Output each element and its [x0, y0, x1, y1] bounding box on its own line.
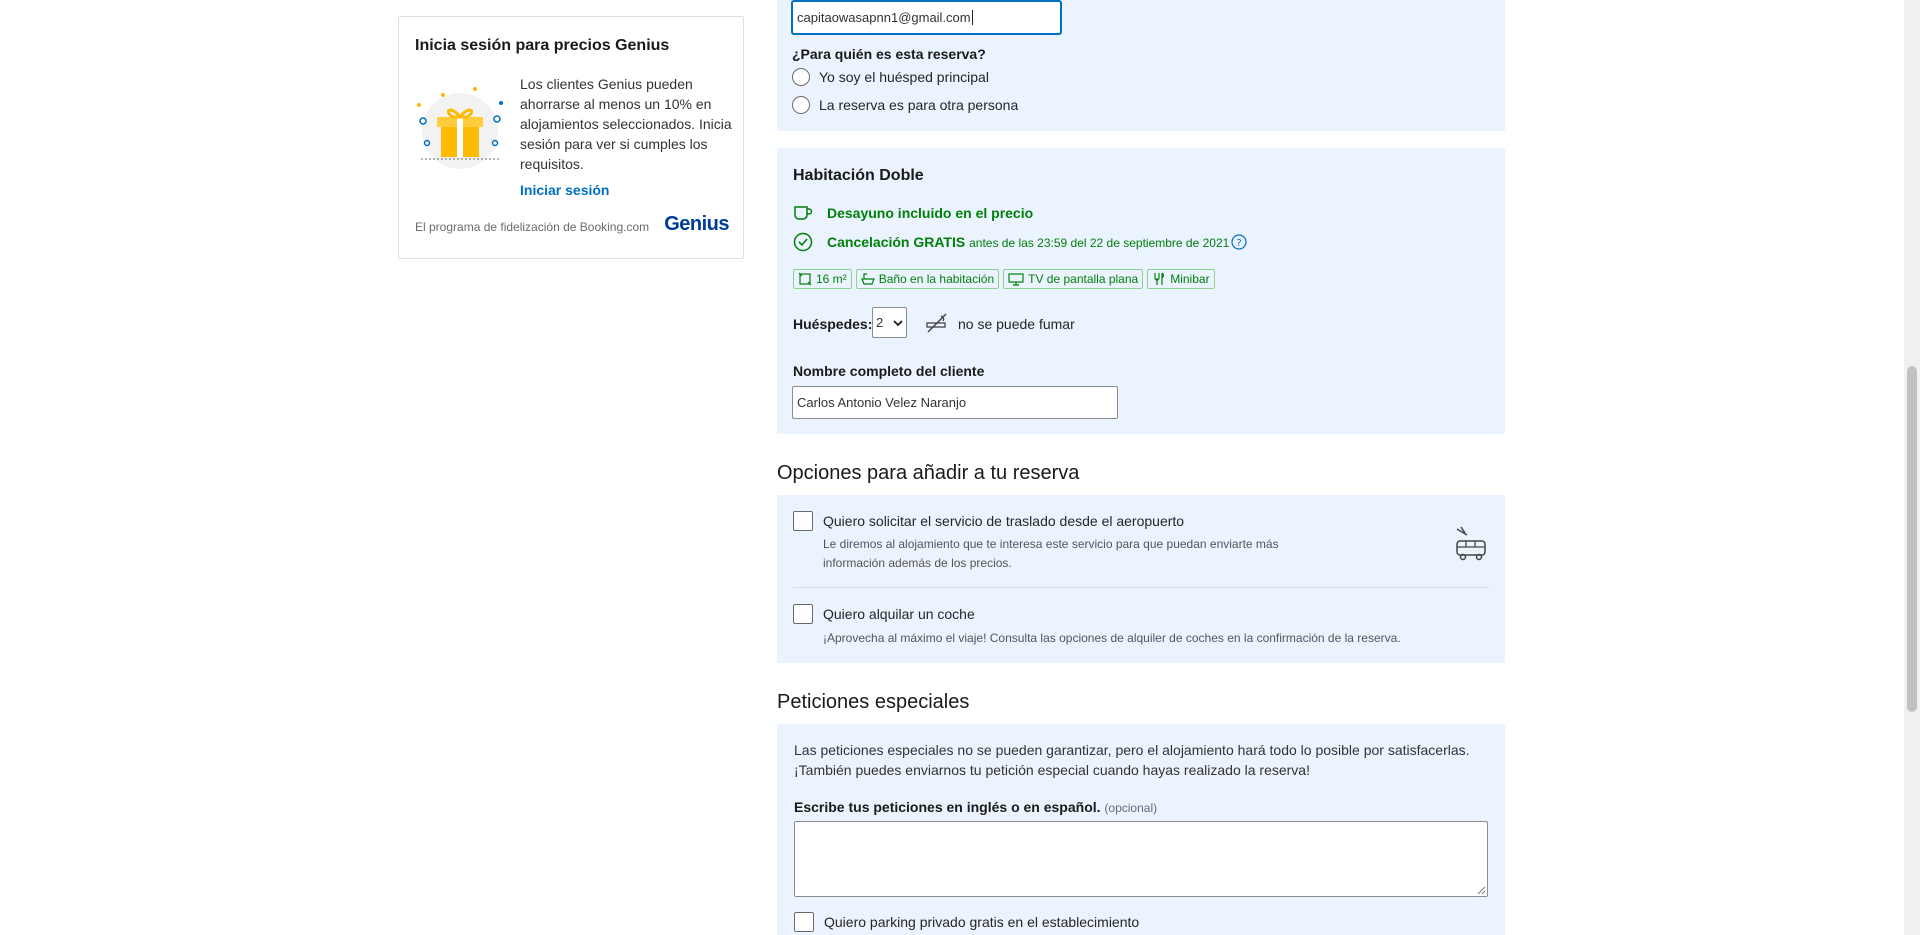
shuttle-checkbox[interactable] — [793, 511, 813, 531]
cancellation-bold: Cancelación GRATIS — [827, 234, 966, 250]
guest-name-field[interactable]: Carlos Antonio Velez Naranjo — [792, 386, 1118, 419]
radio-main-guest-label: Yo soy el huésped principal — [819, 69, 989, 85]
special-requests-textarea-label: Escribe tus peticiones en inglés o en es… — [794, 799, 1157, 815]
cancellation-row: Cancelación GRATIS antes de las 23:59 de… — [793, 232, 1247, 252]
radio-main-guest-circle[interactable] — [792, 68, 810, 86]
genius-signin-link[interactable]: Iniciar sesión — [520, 182, 609, 198]
checkmark-circle-icon — [793, 232, 813, 252]
shuttle-description: Le diremos al alojamiento que te interes… — [823, 537, 1279, 570]
minibar-icon — [1154, 272, 1165, 285]
genius-logo: Genius — [664, 213, 729, 235]
svg-text:?: ? — [1237, 238, 1242, 249]
breakfast-row: Desayuno incluido en el precio — [793, 204, 1033, 222]
radio-other-person-circle[interactable] — [792, 96, 810, 114]
chip-room-size-label: 16 m² — [816, 272, 847, 286]
radio-other-person[interactable]: La reserva es para otra persona — [792, 96, 1018, 114]
car-rental-label: Quiero alquilar un coche — [823, 606, 975, 622]
genius-description: Los clientes Genius pueden ahorrarse al … — [520, 76, 732, 172]
parking-checkbox[interactable] — [794, 912, 814, 932]
chevron-down-icon — [893, 319, 903, 326]
textarea-optional: (opcional) — [1104, 801, 1158, 815]
addons-panel: Quiero solicitar el servicio de traslado… — [777, 495, 1505, 663]
resize-handle-icon[interactable] — [1476, 885, 1486, 895]
parking-option[interactable]: Quiero parking privado gratis en el esta… — [794, 912, 1139, 932]
smoking-text: no se puede fumar — [958, 316, 1075, 332]
radio-other-person-label: La reserva es para otra persona — [819, 97, 1019, 113]
chip-tv: TV de pantalla plana — [1003, 269, 1144, 289]
car-rental-option[interactable]: Quiero alquilar un coche — [793, 604, 975, 624]
chip-room-size: 16 m² — [793, 269, 852, 289]
special-requests-panel: Las peticiones especiales no se pueden g… — [777, 724, 1505, 935]
special-requests-line1: Las peticiones especiales no se pueden g… — [794, 742, 1470, 758]
email-field-value: capitaowasapnn1@gmail.com — [797, 10, 971, 25]
tv-icon — [1008, 273, 1024, 286]
guests-label: Huéspedes: — [793, 316, 873, 332]
special-requests-textarea[interactable] — [794, 821, 1488, 897]
chip-bathroom-label: Baño en la habitación — [878, 272, 995, 286]
facility-chips: 16 m² Baño en la habitación TV de pantal… — [793, 269, 1215, 289]
no-smoking-icon — [926, 313, 947, 333]
booking-for-panel: capitaowasapnn1@gmail.com ¿Para quién es… — [777, 0, 1505, 131]
chip-bathroom: Baño en la habitación — [855, 269, 1000, 289]
bathtub-icon — [860, 273, 875, 285]
genius-footer: El programa de fidelización de Booking.c… — [415, 220, 650, 234]
parking-label: Quiero parking privado gratis en el esta… — [824, 914, 1140, 930]
special-requests-heading: Peticiones especiales — [777, 691, 970, 713]
info-question-icon[interactable]: ? — [1231, 234, 1247, 250]
room-title: Habitación Doble — [793, 167, 924, 184]
room-size-icon — [798, 272, 812, 286]
addons-divider — [793, 587, 1489, 588]
textarea-label-text: Escribe tus peticiones en inglés o en es… — [794, 799, 1101, 815]
genius-title: Inicia sesión para precios Genius — [415, 37, 670, 54]
coffee-cup-icon — [794, 206, 813, 220]
scrollbar-thumb[interactable] — [1907, 366, 1917, 712]
addons-heading: Opciones para añadir a tu reserva — [777, 462, 1080, 484]
guest-name-label: Nombre completo del cliente — [793, 363, 985, 379]
breakfast-text: Desayuno incluido en el precio — [827, 205, 1034, 221]
chip-minibar: Minibar — [1147, 269, 1215, 289]
airport-shuttle-icon — [1456, 526, 1486, 561]
shuttle-label: Quiero solicitar el servicio de traslado… — [823, 513, 1185, 529]
car-rental-checkbox[interactable] — [793, 604, 813, 624]
special-requests-line2: ¡También puedes enviarnos tu petición es… — [794, 762, 1310, 778]
guests-select-value: 2 — [876, 315, 884, 330]
car-rental-description: ¡Aprovecha al máximo el viaje! Consulta … — [823, 631, 1401, 645]
shuttle-option[interactable]: Quiero solicitar el servicio de traslado… — [793, 511, 1184, 531]
guests-select[interactable]: 2 — [872, 307, 907, 338]
email-field[interactable]: capitaowasapnn1@gmail.com — [792, 1, 1061, 34]
booking-for-question: ¿Para quién es esta reserva? — [792, 46, 986, 62]
cancellation-detail: antes de las 23:59 del 22 de septiembre … — [969, 236, 1230, 250]
chip-tv-label: TV de pantalla plana — [1028, 272, 1139, 286]
genius-card: Inicia sesión para precios Genius Los cl… — [398, 16, 744, 259]
gift-icon — [417, 87, 503, 169]
radio-main-guest[interactable]: Yo soy el huésped principal — [792, 68, 989, 86]
chip-minibar-label: Minibar — [1170, 272, 1210, 286]
guest-name-value: Carlos Antonio Velez Naranjo — [797, 395, 967, 410]
